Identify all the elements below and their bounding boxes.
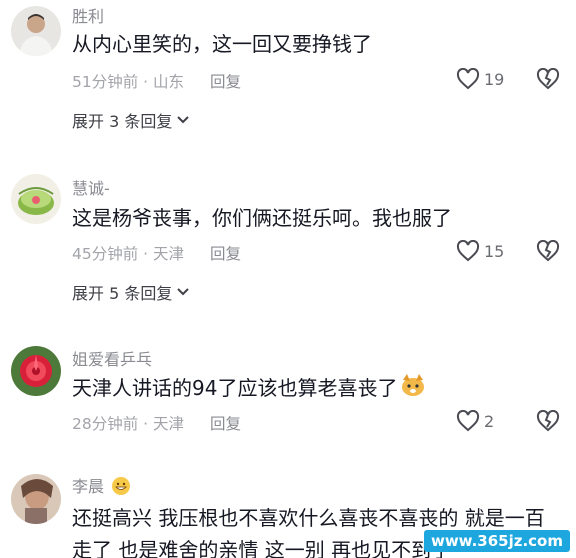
comment-actions: 2 bbox=[456, 410, 560, 432]
comment-text: 这是杨爷丧事，你们俩还挺乐呵。我也服了 bbox=[72, 206, 452, 230]
comment-text: 从内心里笑的，这一回又要挣钱了 bbox=[72, 32, 372, 56]
like-button[interactable]: 19 bbox=[456, 68, 506, 90]
dog-emoji-icon bbox=[399, 372, 427, 407]
comment-item: 姐爱看乒乓 天津人讲话的94了应该也算老喜丧了 28分钟前 · 天津 回复 2 bbox=[0, 342, 576, 442]
chevron-down-icon bbox=[177, 288, 190, 296]
reply-button[interactable]: 回复 bbox=[210, 73, 241, 91]
avatar[interactable] bbox=[11, 346, 61, 396]
like-count: 2 bbox=[484, 411, 495, 431]
like-count: 19 bbox=[484, 69, 505, 89]
comment-time-location: 51分钟前 · 山东 bbox=[72, 73, 185, 91]
reply-button[interactable]: 回复 bbox=[210, 415, 241, 433]
heart-outline-icon bbox=[456, 68, 480, 90]
expand-replies-button[interactable]: 展开 5 条回复 bbox=[72, 280, 190, 304]
avatar[interactable] bbox=[11, 474, 61, 524]
broken-heart-icon bbox=[536, 240, 560, 262]
chevron-down-icon bbox=[177, 116, 190, 124]
like-button[interactable]: 2 bbox=[456, 410, 506, 432]
comment-username[interactable]: 慧诚- bbox=[72, 175, 110, 199]
comment-time-location: 45分钟前 · 天津 bbox=[72, 245, 185, 263]
avatar[interactable] bbox=[11, 174, 61, 224]
comment-meta: 28分钟前 · 天津 回复 bbox=[72, 412, 241, 434]
comment-actions: 15 bbox=[456, 240, 560, 262]
like-button[interactable]: 15 bbox=[456, 240, 506, 262]
comment-username-text: 李晨 bbox=[72, 477, 105, 496]
avatar[interactable] bbox=[11, 6, 61, 56]
comment-meta: 45分钟前 · 天津 回复 bbox=[72, 242, 241, 264]
like-count: 15 bbox=[484, 241, 505, 261]
comment-username[interactable]: 胜利 bbox=[72, 3, 104, 27]
comment-time-location: 28分钟前 · 天津 bbox=[72, 415, 185, 433]
comment-username[interactable]: 姐爱看乒乓 bbox=[72, 346, 152, 370]
comment-item: 胜利 从内心里笑的，这一回又要挣钱了 51分钟前 · 山东 回复 19 展开 3 … bbox=[0, 0, 576, 140]
comment-text: 天津人讲话的94了应该也算老喜丧了 bbox=[72, 372, 548, 407]
comment-actions: 19 bbox=[456, 68, 560, 90]
comment-text-body: 天津人讲话的94了应该也算老喜丧了 bbox=[72, 376, 398, 400]
dislike-button[interactable] bbox=[536, 68, 560, 90]
reply-button[interactable]: 回复 bbox=[210, 245, 241, 263]
broken-heart-icon bbox=[536, 68, 560, 90]
comment-meta: 51分钟前 · 山东 回复 bbox=[72, 70, 241, 92]
grinning-emoji-icon bbox=[111, 476, 131, 500]
watermark: www.365jz.com bbox=[423, 530, 570, 552]
comment-item: 慧诚- 这是杨爷丧事，你们俩还挺乐呵。我也服了 45分钟前 · 天津 回复 15 … bbox=[0, 170, 576, 310]
expand-replies-button[interactable]: 展开 3 条回复 bbox=[72, 108, 190, 132]
broken-heart-icon bbox=[536, 410, 560, 432]
expand-replies-label: 展开 3 条回复 bbox=[72, 112, 173, 131]
heart-outline-icon bbox=[456, 240, 480, 262]
comment-username[interactable]: 李晨 bbox=[72, 473, 131, 500]
dislike-button[interactable] bbox=[536, 240, 560, 262]
expand-replies-label: 展开 5 条回复 bbox=[72, 284, 173, 303]
dislike-button[interactable] bbox=[536, 410, 560, 432]
heart-outline-icon bbox=[456, 410, 480, 432]
